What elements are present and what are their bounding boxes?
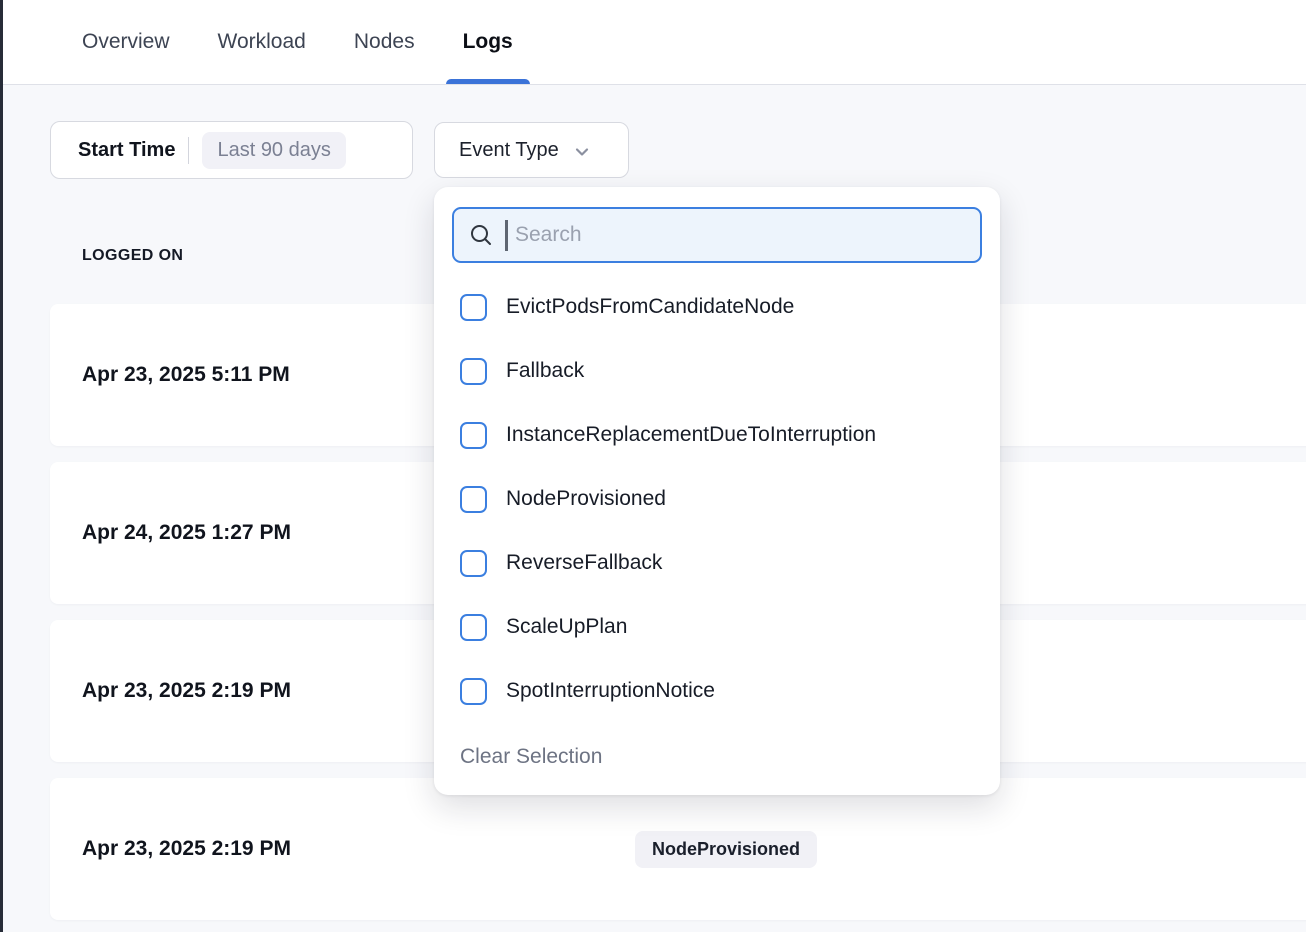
logged-on-cell: Apr 23, 2025 2:19 PM — [82, 679, 291, 703]
table-row[interactable]: Apr 23, 2025 2:19 PM NodeProvisioned — [50, 778, 1306, 920]
search-input[interactable] — [515, 223, 966, 247]
event-type-label: Event Type — [459, 139, 559, 162]
tab-nodes-label: Nodes — [354, 30, 415, 54]
event-type-option[interactable]: Fallback — [452, 339, 982, 403]
event-type-option[interactable]: EvictPodsFromCandidateNode — [452, 275, 982, 339]
event-type-option[interactable]: SpotInterruptionNotice — [452, 659, 982, 723]
option-label: NodeProvisioned — [506, 487, 666, 511]
tab-bar: Overview Workload Nodes Logs — [0, 0, 1306, 85]
option-label: ReverseFallback — [506, 551, 662, 575]
tab-nodes[interactable]: Nodes — [354, 0, 415, 84]
clear-selection-button[interactable]: Clear Selection — [452, 745, 602, 769]
event-type-option[interactable]: NodeProvisioned — [452, 467, 982, 531]
event-type-option[interactable]: ReverseFallback — [452, 531, 982, 595]
event-type-filter-button[interactable]: Event Type — [434, 122, 629, 178]
tab-logs[interactable]: Logs — [463, 0, 513, 84]
checkbox[interactable] — [460, 422, 487, 449]
option-label: SpotInterruptionNotice — [506, 679, 715, 703]
option-label: InstanceReplacementDueToInterruption — [506, 423, 876, 447]
logged-on-cell: Apr 24, 2025 1:27 PM — [82, 521, 291, 545]
start-time-label: Start Time — [78, 139, 175, 162]
logged-on-column-header: LOGGED ON — [82, 247, 183, 265]
text-cursor — [505, 220, 508, 251]
tab-workload[interactable]: Workload — [218, 0, 306, 84]
option-label: ScaleUpPlan — [506, 615, 627, 639]
checkbox[interactable] — [460, 678, 487, 705]
checkbox[interactable] — [460, 486, 487, 513]
event-type-dropdown: EvictPodsFromCandidateNode Fallback Inst… — [434, 187, 1000, 795]
option-label: EvictPodsFromCandidateNode — [506, 295, 794, 319]
tab-logs-label: Logs — [463, 30, 513, 54]
event-type-option[interactable]: ScaleUpPlan — [452, 595, 982, 659]
checkbox[interactable] — [460, 358, 487, 385]
logged-on-cell: Apr 23, 2025 2:19 PM — [82, 837, 291, 861]
tab-workload-label: Workload — [218, 30, 306, 54]
tab-overview-label: Overview — [82, 30, 170, 54]
active-tab-indicator — [446, 79, 530, 84]
event-type-option[interactable]: InstanceReplacementDueToInterruption — [452, 403, 982, 467]
logged-on-cell: Apr 23, 2025 5:11 PM — [82, 363, 290, 387]
chevron-down-icon — [572, 142, 592, 162]
sidebar-edge — [0, 0, 3, 932]
filter-divider — [188, 137, 189, 164]
tab-overview[interactable]: Overview — [82, 0, 170, 84]
start-time-value-pill: Last 90 days — [202, 132, 345, 169]
logs-page: Overview Workload Nodes Logs Start Time … — [0, 0, 1306, 932]
search-icon — [468, 222, 494, 248]
event-type-badge: NodeProvisioned — [635, 831, 817, 868]
checkbox[interactable] — [460, 550, 487, 577]
checkbox[interactable] — [460, 294, 487, 321]
start-time-filter-button[interactable]: Start Time Last 90 days — [50, 121, 413, 179]
dropdown-search-box[interactable] — [452, 207, 982, 263]
option-label: Fallback — [506, 359, 584, 383]
checkbox[interactable] — [460, 614, 487, 641]
event-type-options-list: EvictPodsFromCandidateNode Fallback Inst… — [452, 275, 982, 723]
